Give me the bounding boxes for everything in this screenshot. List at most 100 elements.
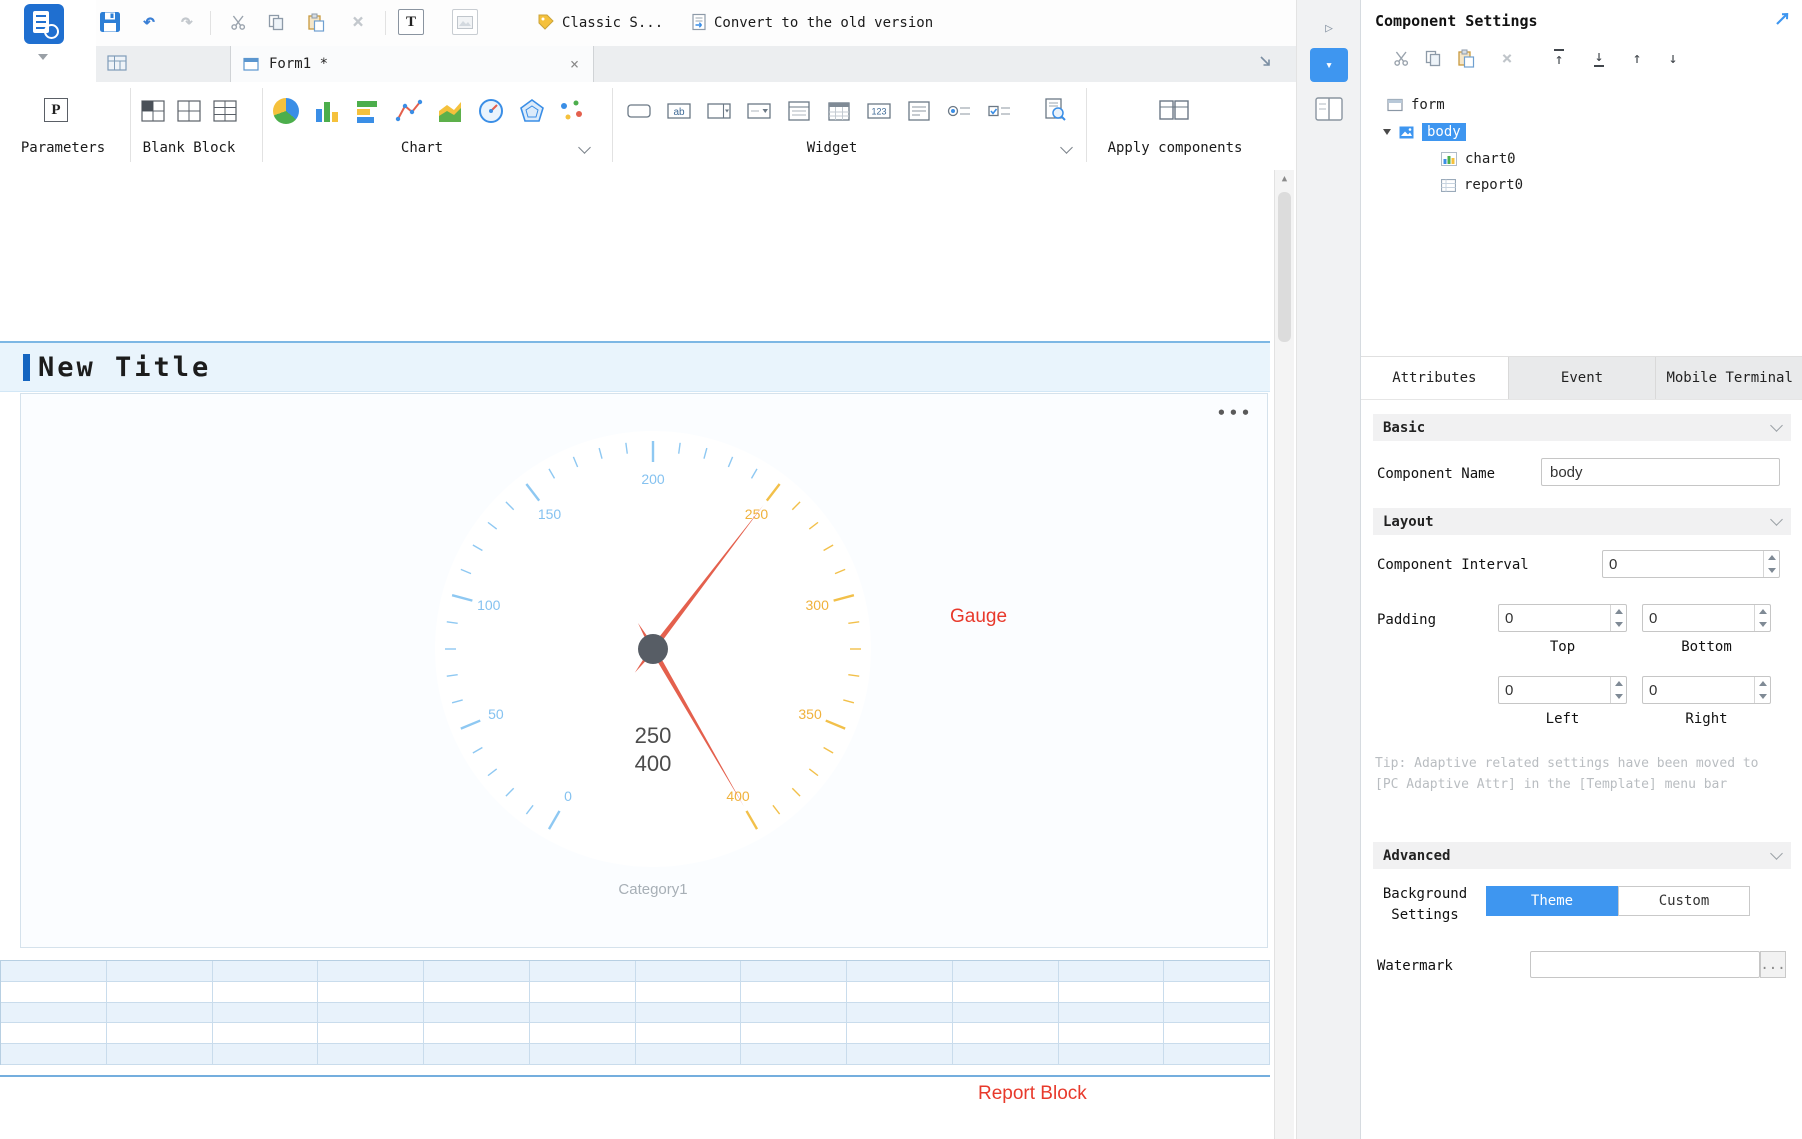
report-cell[interactable] xyxy=(529,961,636,982)
report-cell[interactable] xyxy=(1164,1002,1270,1024)
stepper-down-icon[interactable] xyxy=(1764,564,1779,577)
report-cell[interactable] xyxy=(952,1002,1059,1024)
padding-right-stepper[interactable] xyxy=(1642,676,1771,704)
gauge-chart-icon[interactable] xyxy=(477,97,505,125)
report-cell[interactable] xyxy=(318,1023,424,1045)
blank-block-rows-icon[interactable] xyxy=(212,98,238,124)
report-cell[interactable] xyxy=(1,1023,107,1045)
component-interval-input[interactable] xyxy=(1603,551,1763,577)
report-cell[interactable] xyxy=(212,1002,319,1024)
tab-mobile-terminal[interactable]: Mobile Terminal xyxy=(1656,357,1802,399)
report-cell[interactable] xyxy=(1,961,107,982)
panel-widget-icon[interactable] xyxy=(786,98,812,124)
section-advanced[interactable]: Advanced xyxy=(1373,842,1791,869)
cut-icon[interactable] xyxy=(226,10,250,34)
section-basic[interactable]: Basic xyxy=(1373,414,1791,441)
checkbox-widget-icon[interactable] xyxy=(986,98,1012,124)
stepper-up-icon[interactable] xyxy=(1764,551,1779,564)
area-chart-icon[interactable] xyxy=(436,97,464,125)
report-cell[interactable] xyxy=(424,1044,530,1065)
radio-widget-icon[interactable] xyxy=(946,98,972,124)
scrollbar-thumb[interactable] xyxy=(1278,192,1291,342)
combobox-widget-icon[interactable] xyxy=(706,98,732,124)
template-list-icon[interactable] xyxy=(106,53,128,73)
blank-block-filled-icon[interactable] xyxy=(140,98,166,124)
report-cell[interactable] xyxy=(1,1044,107,1065)
tree-expander-icon[interactable] xyxy=(1383,129,1391,135)
report-cell[interactable] xyxy=(529,1002,636,1024)
report-cell[interactable] xyxy=(1164,1044,1270,1065)
padding-right-input[interactable] xyxy=(1643,677,1754,703)
report-cell[interactable] xyxy=(1058,961,1165,982)
convert-old-version-button[interactable]: Convert to the old version xyxy=(714,15,933,31)
report-cell[interactable] xyxy=(952,1044,1059,1065)
report-cell[interactable] xyxy=(212,1044,319,1065)
watermark-more-button[interactable]: ... xyxy=(1760,951,1786,978)
tree-item-form[interactable]: form xyxy=(1387,92,1445,118)
image-tool-icon[interactable] xyxy=(452,9,478,35)
delete-icon[interactable]: × xyxy=(346,8,370,34)
stepper-down-icon[interactable] xyxy=(1611,690,1626,703)
report-cell[interactable] xyxy=(1,1002,107,1024)
report-cell[interactable] xyxy=(318,1044,424,1065)
report-cell[interactable] xyxy=(847,1023,953,1045)
convert-version-icon[interactable] xyxy=(690,10,708,34)
report-cell[interactable] xyxy=(106,1044,213,1065)
tab-event[interactable]: Event xyxy=(1508,357,1657,399)
report-cell[interactable] xyxy=(529,981,636,1003)
redo-icon[interactable]: ↷ xyxy=(174,8,200,34)
close-tab-icon[interactable]: × xyxy=(570,55,579,73)
tab-form1[interactable]: Form1 * × xyxy=(230,46,594,82)
report-cell[interactable] xyxy=(741,981,847,1003)
panel-paste-icon[interactable] xyxy=(1456,47,1476,69)
move-to-top-icon[interactable]: ↑ xyxy=(1549,47,1569,69)
report-cell[interactable] xyxy=(106,1002,213,1024)
report-cell[interactable] xyxy=(741,1044,847,1065)
scrollbar-up-arrow-icon[interactable]: ▲ xyxy=(1275,174,1294,184)
report-cell[interactable] xyxy=(424,1002,530,1024)
classic-skin-icon[interactable] xyxy=(536,10,556,34)
tree-item-report0[interactable]: report0 xyxy=(1441,172,1523,198)
padding-bottom-input[interactable] xyxy=(1643,605,1754,631)
canvas-scrollbar[interactable]: ▲ xyxy=(1274,170,1294,1139)
report-cell[interactable] xyxy=(212,1023,319,1045)
report-cell[interactable] xyxy=(635,961,742,982)
report-cell[interactable] xyxy=(847,961,953,982)
report-cell[interactable] xyxy=(741,1023,847,1045)
report-cell[interactable] xyxy=(212,981,319,1003)
query-widget-icon[interactable] xyxy=(1042,97,1068,123)
report-block[interactable] xyxy=(0,960,1270,1065)
tree-item-chart0[interactable]: chart0 xyxy=(1441,146,1516,172)
padding-bottom-stepper[interactable] xyxy=(1642,604,1771,632)
widget-group-chevron-icon[interactable] xyxy=(1060,141,1073,154)
section-layout-chevron-icon[interactable] xyxy=(1770,513,1783,526)
move-down-icon[interactable]: ↓ xyxy=(1663,47,1683,69)
text-tool-icon[interactable]: T xyxy=(398,9,424,35)
report-cell[interactable] xyxy=(106,1023,213,1045)
gauge-chart[interactable]: 050100150200250300350400250400Category1 xyxy=(21,394,1267,947)
radar-chart-icon[interactable] xyxy=(518,97,546,125)
layout-columns-icon[interactable] xyxy=(1314,96,1344,122)
report-cell[interactable] xyxy=(1,981,107,1003)
calendar-widget-icon[interactable] xyxy=(826,98,852,124)
panel-copy-icon[interactable] xyxy=(1423,48,1443,68)
move-up-icon[interactable]: ↑ xyxy=(1627,47,1647,69)
report-cell[interactable] xyxy=(952,981,1059,1003)
report-cell[interactable] xyxy=(952,1023,1059,1045)
report-cell[interactable] xyxy=(318,1002,424,1024)
move-to-bottom-icon[interactable]: ↓ xyxy=(1589,47,1609,69)
stepper-down-icon[interactable] xyxy=(1755,618,1770,631)
report-cell[interactable] xyxy=(1058,1044,1165,1065)
report-cell[interactable] xyxy=(106,961,213,982)
stepper-up-icon[interactable] xyxy=(1755,677,1770,690)
save-icon[interactable] xyxy=(98,10,122,34)
stepper-up-icon[interactable] xyxy=(1611,605,1626,618)
chart-menu-dots-icon[interactable]: ••• xyxy=(1217,404,1253,422)
stepper-down-icon[interactable] xyxy=(1611,618,1626,631)
report-cell[interactable] xyxy=(741,1002,847,1024)
form-title-block[interactable]: New Title xyxy=(0,341,1270,392)
component-interval-stepper[interactable] xyxy=(1602,550,1780,578)
panel-delete-icon[interactable]: × xyxy=(1497,48,1517,69)
tab-attributes[interactable]: Attributes xyxy=(1361,357,1509,399)
stepper-down-icon[interactable] xyxy=(1755,690,1770,703)
